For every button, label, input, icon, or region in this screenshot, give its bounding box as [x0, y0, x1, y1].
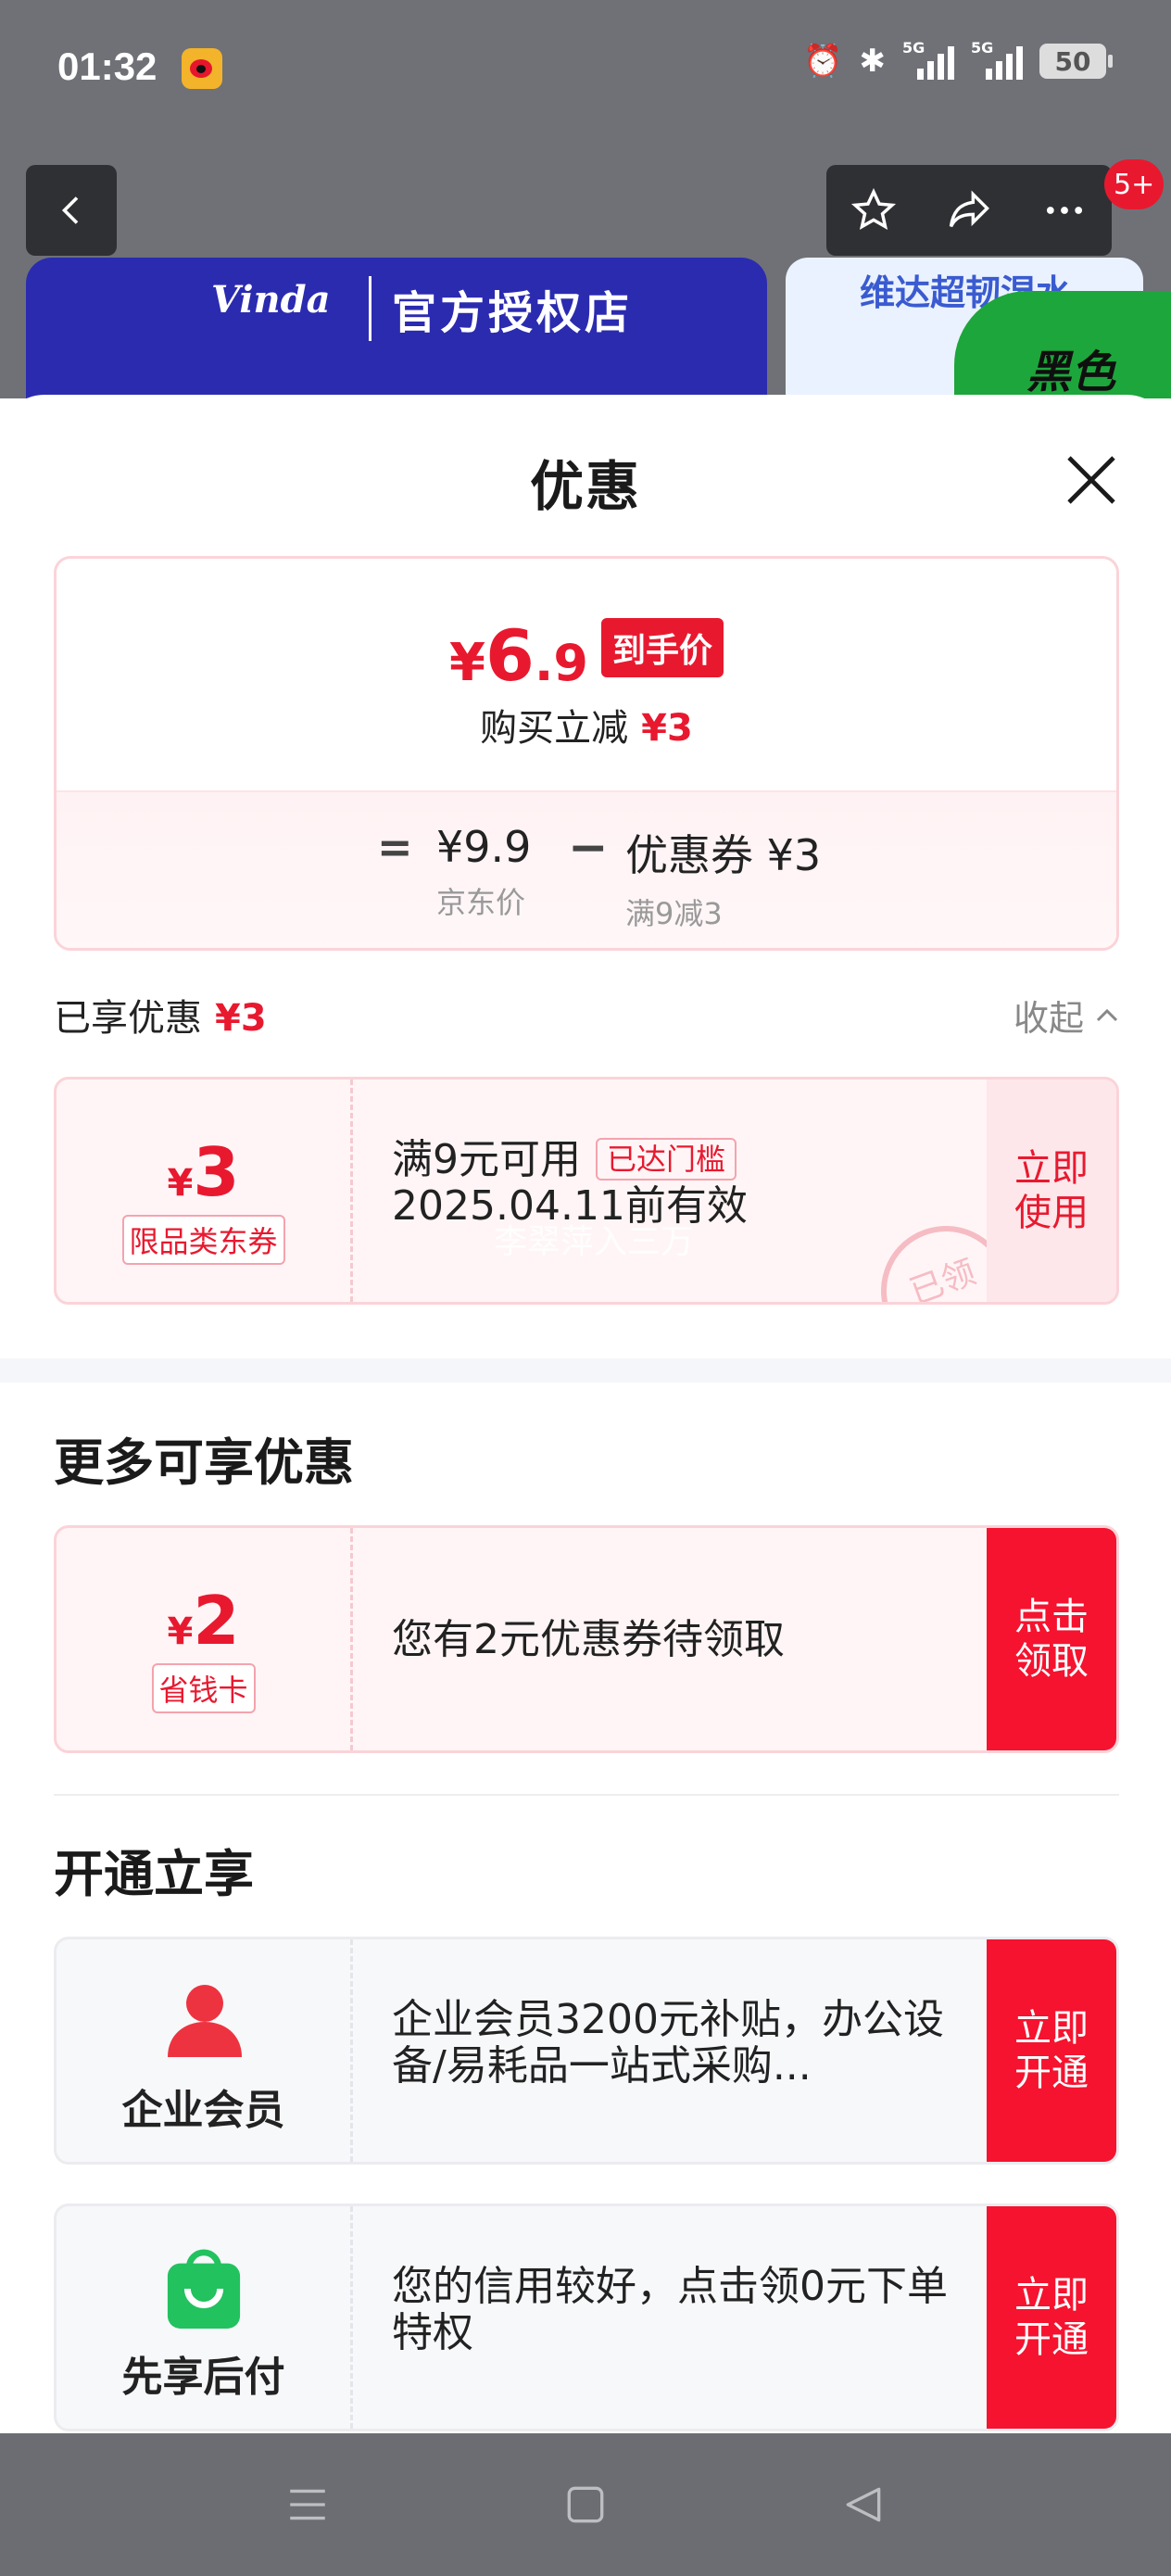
- applied-coupon-card: ¥3 限品类东券 满9元可用 已达门槛 2025.04.11前有效 李翠萍入三万 …: [54, 1077, 1119, 1305]
- price-summary: ¥6.9 到手价 购买立减 ¥3 = ¥9.9 京东价 − 优惠券 ¥3 满9减3: [54, 556, 1119, 951]
- enjoyed-value: ¥3: [215, 997, 267, 1040]
- divider: [54, 1794, 1119, 1796]
- open-section-title: 开通立享: [54, 1845, 254, 1903]
- status-bar: 01:32 ⏰ ✱ 5G 5G 50: [0, 0, 1171, 139]
- share-icon[interactable]: [945, 186, 993, 234]
- final-price-tag: 到手价: [600, 618, 724, 677]
- collapse-toggle[interactable]: 收起: [1014, 990, 1121, 1041]
- jd-price-block: ¥9.9 京东价: [436, 822, 531, 922]
- saver-value: ¥2 省钱卡: [57, 1528, 353, 1750]
- paylater-open-button[interactable]: 立即 开通: [987, 2206, 1116, 2429]
- enterprise-desc: 企业会员3200元补贴，办公设备/易耗品一站式采购...: [392, 1996, 944, 2090]
- reduction-label: 购买立减: [480, 707, 629, 750]
- back-triangle-icon[interactable]: [840, 2481, 887, 2528]
- enterprise-name: 企业会员: [121, 2087, 285, 2134]
- jd-price-label: 京东价: [436, 885, 526, 920]
- bluetooth-icon: ✱: [859, 43, 887, 80]
- back-button[interactable]: [26, 165, 117, 256]
- signal-icon: 5G: [902, 39, 954, 80]
- coupon-title: 满9元可用: [392, 1136, 581, 1183]
- menu-icon[interactable]: [284, 2481, 331, 2528]
- system-nav-bar: [0, 2433, 1171, 2576]
- threshold-chip: 已达门槛: [596, 1138, 737, 1181]
- alarm-icon: ⏰: [803, 43, 843, 80]
- enterprise-badge: 企业会员: [57, 1939, 353, 2162]
- top-actions: [826, 165, 1112, 256]
- coupon-price-block: 优惠券 ¥3 满9减3: [625, 822, 821, 933]
- currency-symbol: ¥: [449, 633, 485, 693]
- battery-icon: 50: [1039, 44, 1113, 79]
- chevron-left-icon: [61, 196, 79, 224]
- coupon-amount: ¥3: [167, 1133, 240, 1211]
- enterprise-member-card: 企业会员 企业会员3200元补贴，办公设备/易耗品一站式采购... 立即 开通: [54, 1937, 1119, 2165]
- green-promo: 黑色: [954, 291, 1171, 398]
- paylater-card: 先享后付 您的信用较好，点击领0元下单特权 立即 开通: [54, 2203, 1119, 2431]
- enjoyed-discount: 已享优惠 ¥3: [54, 988, 267, 1042]
- shopping-bag-icon: [167, 2249, 241, 2329]
- saver-desc: 您有2元优惠券待领取: [392, 1616, 785, 1663]
- enjoyed-label: 已享优惠: [54, 997, 202, 1040]
- store-title: 官方授权店: [369, 276, 633, 341]
- background-page: 01:32 ⏰ ✱ 5G 5G 50 5+ Vinda 官方授权店 维达超韧湿水…: [0, 0, 1171, 398]
- enterprise-open-button[interactable]: 立即 开通: [987, 1939, 1116, 2162]
- reduction-value: ¥3: [641, 707, 693, 750]
- brand-logo: Vinda: [211, 278, 331, 322]
- status-time: 01:32: [57, 44, 157, 88]
- message-badge: 5+: [1104, 159, 1165, 209]
- person-icon: [168, 1985, 242, 2057]
- coupon-kind: 限品类东券: [121, 1215, 285, 1265]
- watermark-text: 李翠萍入三万: [494, 1223, 695, 1261]
- jd-price: ¥9.9: [436, 822, 532, 872]
- final-price-integer: 6: [485, 614, 535, 697]
- sheet-title: 优惠: [529, 455, 641, 518]
- use-now-button[interactable]: 立即 使用: [987, 1080, 1116, 1302]
- paylater-badge: 先享后付: [57, 2206, 353, 2429]
- coupon-value: ¥3 限品类东券: [57, 1080, 353, 1302]
- claim-button[interactable]: 点击 领取: [987, 1528, 1116, 1750]
- status-icons: ⏰ ✱ 5G 5G 50: [803, 39, 1113, 80]
- chevron-up-icon: [1096, 1008, 1118, 1021]
- home-icon[interactable]: [562, 2481, 609, 2528]
- signal-icon-2: 5G: [971, 39, 1023, 80]
- coupon-price: 优惠券 ¥3: [625, 830, 822, 880]
- more-discounts-title: 更多可享优惠: [54, 1433, 354, 1492]
- coupon-rule: 满9减3: [625, 896, 723, 931]
- green-promo-text: 黑色: [1026, 347, 1116, 398]
- weibo-notification-icon: [182, 48, 222, 89]
- store-banner: Vinda 官方授权店: [26, 258, 767, 398]
- saver-kind: 省钱卡: [151, 1663, 256, 1713]
- saver-amount: ¥2: [167, 1582, 240, 1660]
- price-breakdown: = ¥9.9 京东价 − 优惠券 ¥3 满9减3: [57, 790, 1116, 948]
- paylater-desc: 您的信用较好，点击领0元下单特权: [392, 2263, 948, 2356]
- paylater-name: 先享后付: [121, 2354, 285, 2401]
- equals-sign: =: [377, 822, 413, 872]
- section-divider: [0, 1358, 1171, 1383]
- final-price: ¥6.9 到手价: [57, 614, 1116, 697]
- close-icon[interactable]: [1062, 450, 1121, 510]
- star-icon[interactable]: [850, 186, 898, 234]
- final-price-decimal: .9: [534, 634, 588, 692]
- saver-card-coupon: ¥2 省钱卡 您有2元优惠券待领取 点击 领取: [54, 1525, 1119, 1753]
- more-icon[interactable]: [1040, 186, 1089, 234]
- instant-reduction: 购买立减 ¥3: [57, 698, 1116, 751]
- discount-sheet: 优惠 ¥6.9 到手价 购买立减 ¥3 = ¥9.9 京东价 − 优惠券 ¥3 满9减3…: [0, 395, 1171, 2433]
- collapse-label: 收起: [1013, 998, 1084, 1039]
- minus-sign: −: [568, 820, 609, 876]
